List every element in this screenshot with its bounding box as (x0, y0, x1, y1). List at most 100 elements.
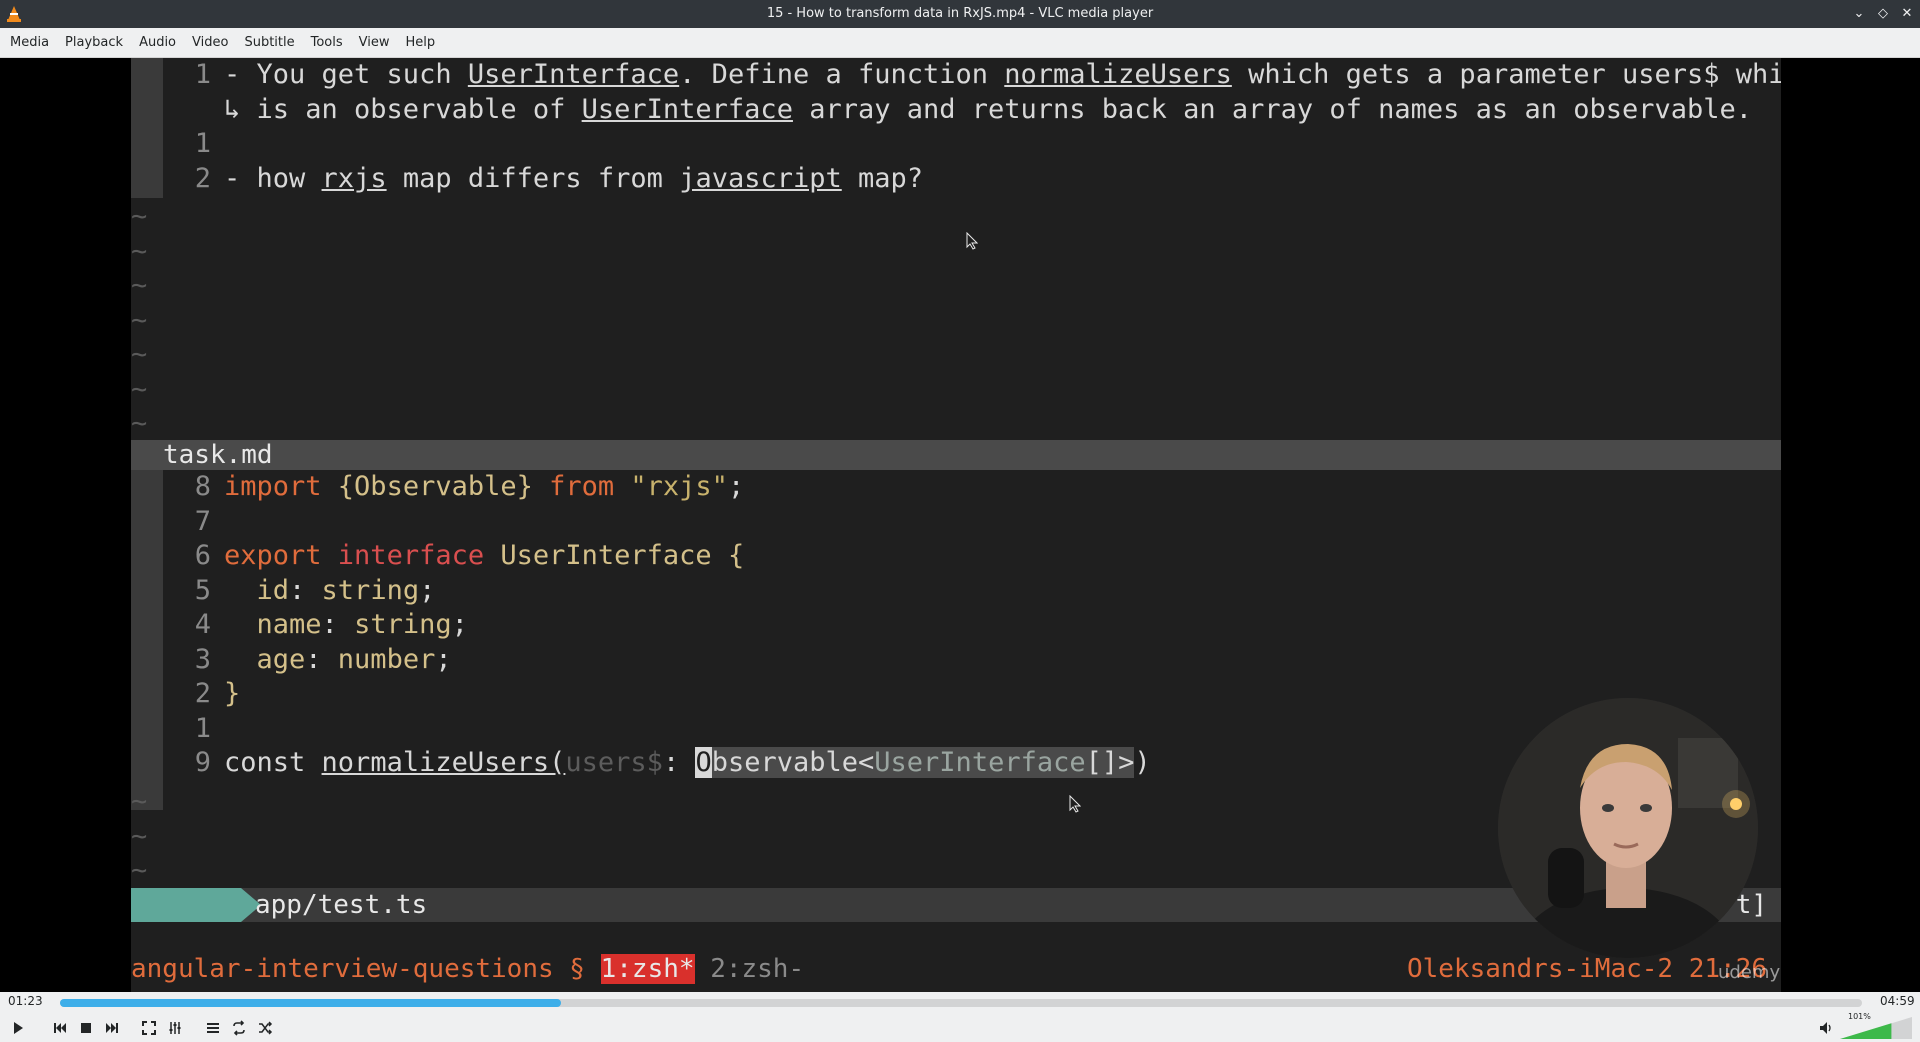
code-token: ) (1134, 747, 1151, 778)
code-line[interactable]: } (224, 677, 240, 711)
split-statusline: task.md (131, 440, 1781, 470)
code-token: map differs from (386, 162, 680, 194)
empty-line-tilde: ~ (131, 304, 148, 336)
code-token: ; (419, 574, 436, 606)
menu-help[interactable]: Help (398, 28, 444, 58)
equalizer-icon (169, 1022, 181, 1034)
playlist-button[interactable] (201, 1016, 225, 1040)
play-button[interactable] (6, 1016, 30, 1040)
empty-line-tilde: ~ (131, 820, 148, 852)
code-token: const (224, 747, 322, 778)
tmux-statusbar: angular-interview-questions § 1:zsh* 2:z… (131, 951, 1781, 987)
seek-progress (60, 999, 561, 1007)
mode-indicator (131, 888, 241, 922)
menu-media[interactable]: Media (2, 28, 57, 58)
code-token: bservable< (711, 747, 875, 778)
stop-icon (81, 1023, 91, 1033)
previous-button[interactable] (48, 1016, 72, 1040)
line-number: 7 (194, 505, 211, 537)
total-time: 04:59 (1880, 994, 1915, 1008)
line-number: 9 (194, 747, 211, 778)
line-number: 1 (194, 712, 211, 744)
code-line[interactable]: id: string; (224, 574, 436, 608)
video-area[interactable]: 1- You get such UserInterface. Define a … (0, 58, 1920, 992)
code-token: "rxjs" (630, 471, 728, 502)
code-line[interactable]: ↳ is an observable of UserInterface arra… (224, 93, 1752, 127)
extended-settings-button[interactable] (163, 1016, 187, 1040)
menu-bar: Media Playback Audio Video Subtitle Tool… (0, 28, 1920, 58)
menu-video[interactable]: Video (184, 28, 236, 58)
code-token: UserInterface (500, 540, 728, 571)
mouse-pointer-icon (1069, 795, 1081, 813)
next-button[interactable] (100, 1016, 124, 1040)
code-line[interactable]: const normalizeUsers(users$: Observable<… (224, 746, 1151, 780)
code-token: name (224, 609, 322, 640)
code-token: ; (451, 609, 468, 640)
code-token: UserInterface (467, 59, 680, 90)
code-token: string (354, 609, 452, 640)
line-number: 1 (194, 128, 211, 159)
code-token: array and returns back an array of names… (792, 93, 1753, 125)
code-line[interactable]: - how rxjs map differs from javascript m… (224, 162, 923, 196)
code-token: ; (727, 471, 745, 502)
code-token: string (321, 574, 420, 606)
maximize-icon[interactable]: ◇ (1876, 7, 1890, 21)
line-number: 2 (194, 162, 211, 194)
code-token: export (224, 540, 338, 571)
code-token: : (662, 747, 696, 778)
menu-playback[interactable]: Playback (57, 28, 131, 58)
statusline-filename: app/test.ts (255, 890, 428, 920)
menu-view[interactable]: View (351, 28, 398, 58)
fullscreen-icon (142, 1021, 156, 1035)
stop-button[interactable] (74, 1016, 98, 1040)
fullscreen-button[interactable] (137, 1016, 161, 1040)
seek-slider[interactable] (60, 999, 1862, 1007)
code-token: UserInterface (581, 93, 793, 125)
close-icon[interactable]: ✕ (1900, 7, 1914, 21)
line-number: 4 (194, 609, 211, 640)
code-line[interactable]: name: string; (224, 608, 468, 642)
tmux-separator: § (569, 954, 585, 984)
shuffle-icon (259, 1021, 273, 1035)
menu-subtitle[interactable]: Subtitle (236, 28, 302, 58)
code-token: { (727, 540, 745, 571)
code-token: ↳ is an observable of (224, 93, 582, 125)
code-token: . Define a function (679, 59, 1005, 90)
code-token: age (224, 643, 306, 675)
loop-icon (233, 1020, 245, 1036)
shuffle-button[interactable] (253, 1016, 277, 1040)
code-token: - You get such (224, 59, 468, 90)
empty-line-tilde: ~ (131, 786, 148, 817)
tmux-host: Oleksandrs-iMac-2 (1406, 954, 1674, 984)
volume-slider[interactable] (1840, 1017, 1912, 1039)
speaker-icon[interactable] (1818, 1020, 1834, 1036)
code-line[interactable]: age: number; (224, 643, 452, 677)
empty-line-tilde: ~ (131, 235, 148, 267)
code-token: rxjs (321, 162, 387, 194)
udemy-watermark: udemy (1718, 962, 1781, 983)
tmux-window-inactive: 2:zsh- (710, 954, 805, 984)
line-number: 5 (194, 574, 211, 606)
loop-button[interactable] (227, 1016, 251, 1040)
empty-line-tilde: ~ (131, 408, 148, 439)
code-line[interactable]: - You get such UserInterface. Define a f… (224, 58, 1781, 92)
mouse-pointer-icon (966, 232, 978, 250)
code-line[interactable]: export interface UserInterface { (224, 539, 744, 573)
code-token: } (224, 678, 241, 709)
code-token: which gets a parameter users$ which (1231, 59, 1781, 90)
empty-line-tilde: ~ (131, 270, 148, 301)
menu-audio[interactable]: Audio (131, 28, 184, 58)
code-token: javascript (679, 162, 842, 194)
minimize-icon[interactable]: ⌄ (1852, 7, 1866, 21)
code-line[interactable]: import {Observable} from "rxjs"; (224, 470, 744, 504)
playlist-icon (207, 1023, 219, 1033)
empty-line-tilde: ~ (131, 373, 148, 405)
menu-tools[interactable]: Tools (303, 28, 351, 58)
code-token: O (695, 747, 712, 778)
code-token: id (224, 574, 290, 606)
code-token: []> (1085, 747, 1135, 778)
line-number: 1 (194, 59, 211, 90)
empty-line-tilde: ~ (131, 339, 148, 370)
presenter-image (1498, 698, 1758, 958)
skip-forward-icon (106, 1023, 118, 1033)
